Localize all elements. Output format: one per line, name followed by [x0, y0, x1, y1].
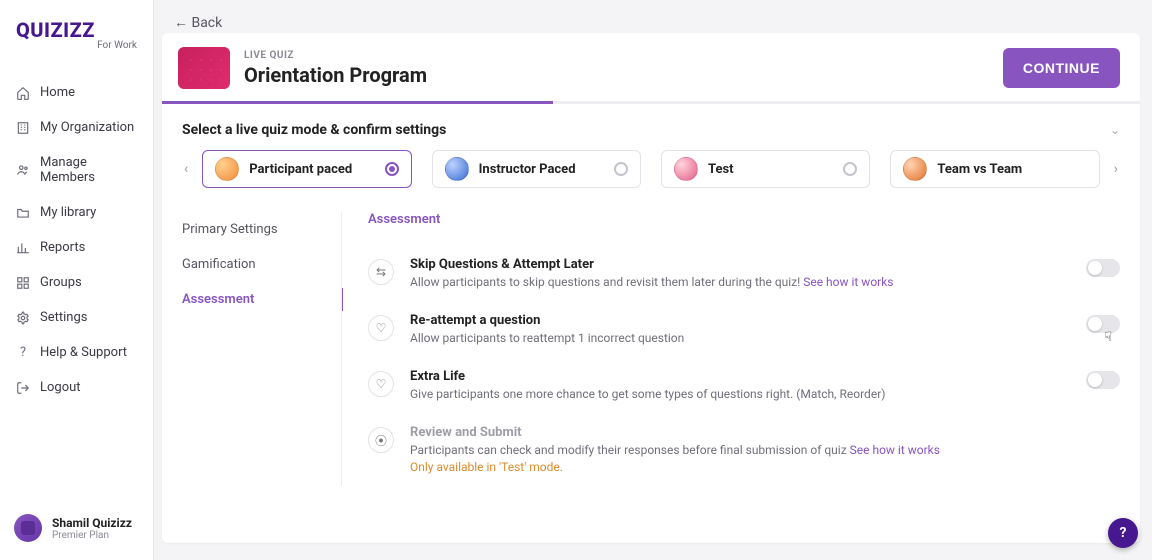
- sidebar-item-label: Manage Members: [40, 155, 137, 185]
- sidebar-item-organization[interactable]: My Organization: [0, 110, 153, 145]
- mode-section-title: Select a live quiz mode & confirm settin…: [182, 122, 446, 138]
- brand: QUIZIZZ For Work: [0, 0, 153, 59]
- radio-icon: [614, 162, 628, 176]
- sidebar-item-settings[interactable]: Settings: [0, 300, 153, 335]
- quiz-kicker: LIVE QUIZ: [244, 50, 989, 61]
- mode-instructor-paced[interactable]: Instructor Paced: [432, 150, 641, 188]
- user-box[interactable]: Shamil Quizizz Premier Plan: [0, 502, 153, 560]
- setting-extra-life: ♡ Extra Life Give participants one more …: [368, 357, 1120, 413]
- settings-tabs: Primary Settings Gamification Assessment: [182, 212, 342, 486]
- mode-participant-paced[interactable]: Participant paced: [202, 150, 411, 188]
- home-icon: [16, 86, 30, 100]
- sidebar-item-groups[interactable]: Groups: [0, 265, 153, 300]
- mode-team-vs-team[interactable]: Team vs Team: [890, 150, 1099, 188]
- brand-logo: QUIZIZZ: [16, 18, 137, 42]
- gear-icon: [16, 311, 30, 325]
- see-how-link[interactable]: See how it works: [850, 443, 940, 457]
- building-icon: [16, 121, 30, 135]
- question-icon: ?: [16, 346, 30, 360]
- sidebar-item-label: Reports: [40, 240, 85, 255]
- setting-title: Review and Submit: [410, 425, 1120, 440]
- users-icon: [16, 163, 30, 177]
- logout-icon: [16, 381, 30, 395]
- setting-desc: Participants can check and modify their …: [410, 443, 1120, 457]
- sidebar-item-label: Settings: [40, 310, 87, 325]
- quiz-thumbnail: [178, 47, 230, 89]
- tab-gamification[interactable]: Gamification: [182, 247, 342, 282]
- sidebar-item-members[interactable]: Manage Members: [0, 145, 153, 195]
- setting-warning: Only available in 'Test' mode.: [410, 460, 1120, 474]
- main: ← Back LIVE QUIZ Orientation Program CON…: [154, 0, 1152, 560]
- mode-instructor-icon: [445, 157, 469, 181]
- sidebar-item-logout[interactable]: Logout: [0, 370, 153, 405]
- sidebar-item-label: Logout: [40, 380, 81, 395]
- quiz-title: Orientation Program: [244, 63, 989, 87]
- sidebar-item-label: Help & Support: [40, 345, 127, 360]
- progress-fill: [162, 101, 553, 104]
- settings-body: Assessment ⇆ Skip Questions & Attempt La…: [342, 212, 1120, 486]
- user-name: Shamil Quizizz: [52, 516, 132, 530]
- see-how-link[interactable]: See how it works: [803, 275, 893, 289]
- folder-icon: [16, 206, 30, 220]
- assessment-heading: Assessment: [368, 212, 1120, 227]
- mode-test[interactable]: Test: [661, 150, 870, 188]
- setting-desc: Allow participants to reattempt 1 incorr…: [410, 331, 1070, 345]
- mode-next-arrow-icon[interactable]: ›: [1112, 161, 1120, 177]
- mode-participant-icon: [215, 157, 239, 181]
- tab-primary-settings[interactable]: Primary Settings: [182, 212, 342, 247]
- help-bubble[interactable]: ?: [1108, 518, 1138, 548]
- radio-icon: [843, 162, 857, 176]
- sidebar-item-label: My library: [40, 205, 96, 220]
- mode-label: Test: [708, 162, 734, 177]
- sidebar-item-label: Groups: [40, 275, 82, 290]
- mode-label: Participant paced: [249, 162, 352, 177]
- avatar: [14, 514, 42, 542]
- mode-team-icon: [903, 157, 927, 181]
- mode-label: Instructor Paced: [479, 162, 576, 177]
- sidebar-item-help[interactable]: ? Help & Support: [0, 335, 153, 370]
- mode-test-icon: [674, 157, 698, 181]
- chart-icon: [16, 241, 30, 255]
- review-icon: ⦿: [368, 427, 394, 453]
- reattempt-icon: ♡: [368, 315, 394, 341]
- continue-button[interactable]: CONTINUE: [1003, 48, 1120, 88]
- toggle-extra-life[interactable]: [1086, 371, 1120, 389]
- tab-assessment[interactable]: Assessment: [182, 282, 342, 317]
- radio-icon: [385, 162, 399, 176]
- grid-icon: [16, 276, 30, 290]
- toggle-reattempt[interactable]: [1086, 315, 1120, 333]
- sidebar-item-label: Home: [40, 85, 75, 100]
- setting-desc: Give participants one more chance to get…: [410, 387, 1070, 401]
- user-plan: Premier Plan: [52, 530, 132, 541]
- setting-title: Re-attempt a question: [410, 313, 1070, 328]
- sidebar-item-home[interactable]: Home: [0, 75, 153, 110]
- content-card: LIVE QUIZ Orientation Program CONTINUE S…: [162, 33, 1140, 543]
- setting-title: Extra Life: [410, 369, 1070, 384]
- mode-label: Team vs Team: [937, 162, 1022, 177]
- skip-icon: ⇆: [368, 259, 394, 285]
- progress-bar: [162, 101, 1140, 104]
- setting-reattempt: ♡ Re-attempt a question Allow participan…: [368, 301, 1120, 357]
- nav: Home My Organization Manage Members My l…: [0, 75, 153, 502]
- header: LIVE QUIZ Orientation Program CONTINUE: [162, 33, 1140, 101]
- setting-title: Skip Questions & Attempt Later: [410, 257, 1070, 272]
- setting-skip-questions: ⇆ Skip Questions & Attempt Later Allow p…: [368, 245, 1120, 301]
- collapse-section-icon[interactable]: ⌄: [1110, 123, 1120, 137]
- sidebar-item-label: My Organization: [40, 120, 134, 135]
- heart-icon: ♡: [368, 371, 394, 397]
- setting-review-submit: ⦿ Review and Submit Participants can che…: [368, 413, 1120, 486]
- setting-desc: Allow participants to skip questions and…: [410, 275, 1070, 289]
- toggle-skip-questions[interactable]: [1086, 259, 1120, 277]
- mode-prev-arrow-icon[interactable]: ‹: [182, 161, 190, 177]
- sidebar-item-reports[interactable]: Reports: [0, 230, 153, 265]
- sidebar-item-library[interactable]: My library: [0, 195, 153, 230]
- sidebar: QUIZIZZ For Work Home My Organization: [0, 0, 154, 560]
- back-link[interactable]: ← Back: [174, 15, 222, 31]
